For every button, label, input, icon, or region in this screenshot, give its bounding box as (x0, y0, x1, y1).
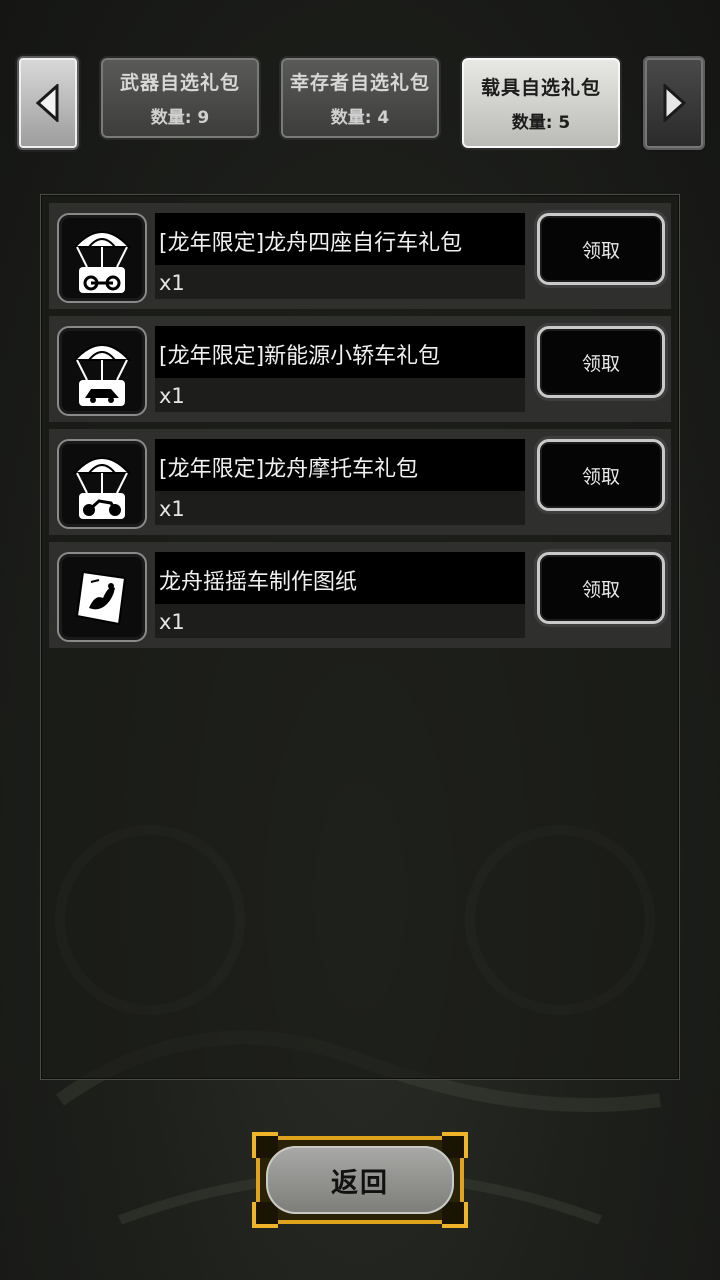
item-quantity: x1 (159, 610, 185, 634)
claim-button[interactable]: 领取 (537, 439, 665, 511)
item-quantity: x1 (159, 497, 185, 521)
tab-survivor-pack[interactable]: 幸存者自选礼包 数量: 4 (279, 56, 441, 140)
claim-button[interactable]: 领取 (537, 552, 665, 624)
list-item: [龙年限定]龙舟摩托车礼包 x1 领取 (49, 429, 671, 535)
tab-count: 数量: 9 (150, 108, 210, 128)
tab-vehicle-pack[interactable]: 载具自选礼包 数量: 5 (460, 56, 622, 150)
tab-count: 数量: 4 (330, 108, 390, 128)
parachute-motorcycle-icon (57, 439, 147, 529)
arrow-left-icon (35, 84, 59, 122)
back-button-label: 返回 (266, 1146, 454, 1214)
back-button[interactable]: 返回 (252, 1132, 468, 1228)
tab-title: 幸存者自选礼包 (289, 72, 430, 94)
claim-button[interactable]: 领取 (537, 213, 665, 285)
ornament-corner-icon (252, 1202, 278, 1228)
ornament-corner-icon (442, 1202, 468, 1228)
claim-button[interactable]: 领取 (537, 326, 665, 398)
tab-title: 武器自选礼包 (119, 72, 240, 94)
item-quantity: x1 (159, 384, 185, 408)
blueprint-scroll-icon (57, 552, 147, 642)
item-name: 龙舟摇摇车制作图纸 (159, 570, 358, 595)
list-item: [龙年限定]龙舟四座自行车礼包 x1 领取 (49, 203, 671, 309)
item-quantity: x1 (159, 271, 185, 295)
item-name: [龙年限定]龙舟四座自行车礼包 (159, 231, 463, 256)
next-tab-button[interactable] (643, 56, 705, 150)
arrow-right-icon (663, 84, 687, 122)
item-name: [龙年限定]新能源小轿车礼包 (159, 344, 441, 369)
list-item: [龙年限定]新能源小轿车礼包 x1 领取 (49, 316, 671, 422)
parachute-bicycle-icon (57, 213, 147, 303)
tab-weapon-pack[interactable]: 武器自选礼包 数量: 9 (99, 56, 261, 140)
tab-title: 载具自选礼包 (480, 77, 601, 99)
gift-pack-screen: 武器自选礼包 数量: 9 幸存者自选礼包 数量: 4 载具自选礼包 数量: 5 (0, 0, 720, 1280)
tab-count: 数量: 5 (511, 113, 571, 133)
item-list-panel: [龙年限定]龙舟四座自行车礼包 x1 领取 [龙年限定]新能源小轿车礼包 x1 … (40, 194, 680, 1080)
previous-tab-button[interactable] (17, 56, 79, 150)
item-name: [龙年限定]龙舟摩托车礼包 (159, 457, 419, 482)
parachute-car-icon (57, 326, 147, 416)
ornament-corner-icon (442, 1132, 468, 1158)
list-item: 龙舟摇摇车制作图纸 x1 领取 (49, 542, 671, 648)
